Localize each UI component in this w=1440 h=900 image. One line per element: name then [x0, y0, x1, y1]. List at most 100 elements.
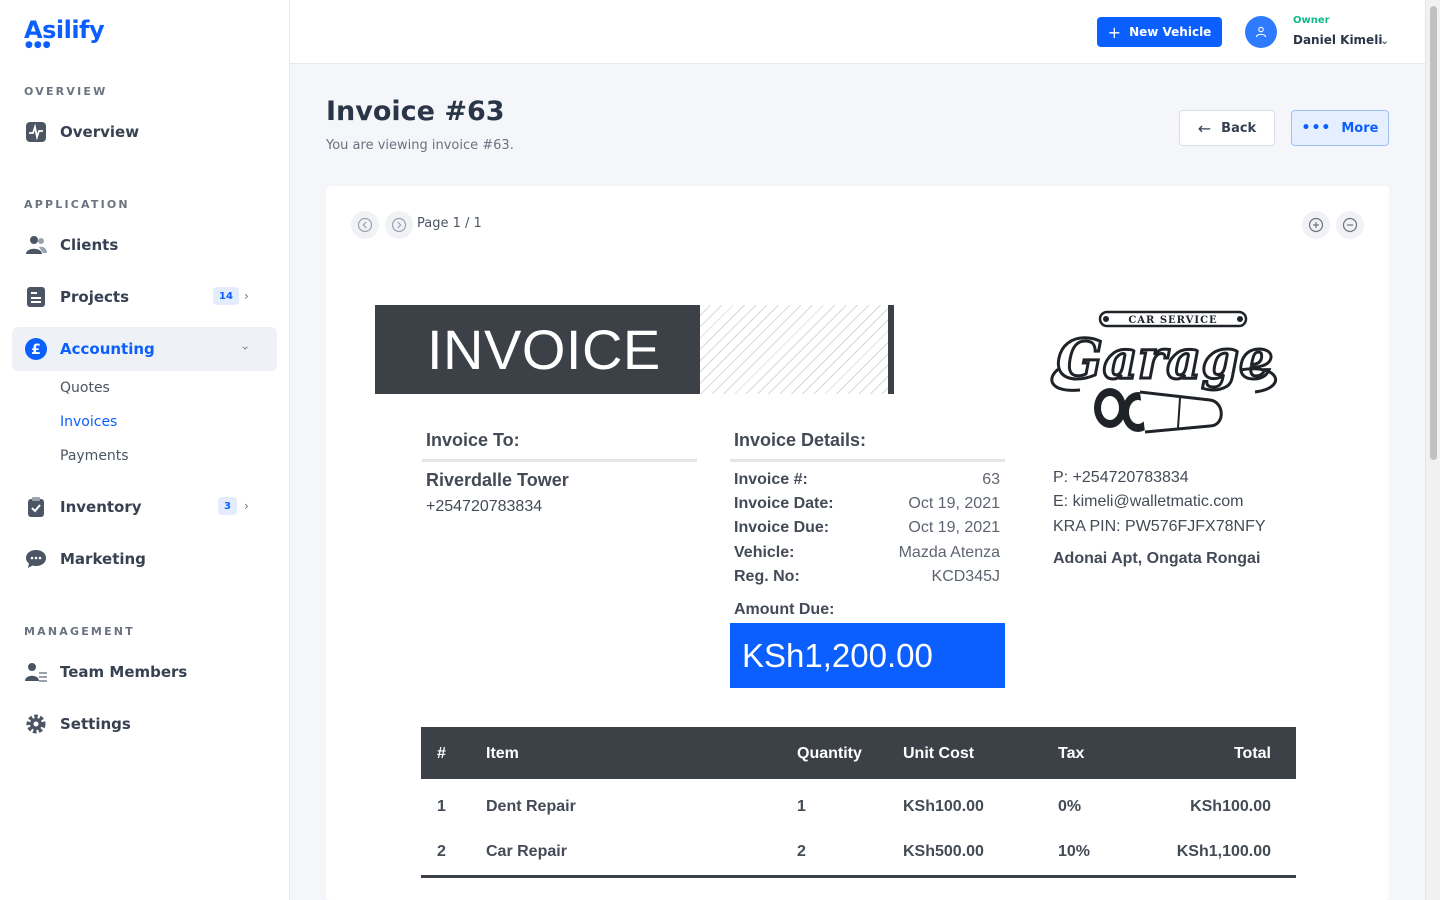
more-dots-icon: ••• — [1301, 120, 1332, 136]
row-qty: 2 — [797, 843, 806, 860]
invoice-number-value: 63 — [982, 471, 1000, 488]
items-table-header: # Item Quantity Unit Cost Tax Total — [421, 727, 1296, 779]
sidebar-subitem-quotes[interactable]: Quotes — [60, 380, 110, 396]
invoice-to-heading: Invoice To: — [426, 430, 520, 450]
sidebar: Asilify ●●● OVERVIEW Overview APPLICATIO… — [0, 0, 290, 900]
page-scrollbar[interactable] — [1425, 0, 1440, 900]
row-unit-cost: KSh100.00 — [903, 798, 984, 815]
sidebar-item-inventory[interactable]: Inventory — [12, 485, 277, 529]
back-label: Back — [1221, 120, 1257, 136]
new-vehicle-label: New Vehicle — [1129, 25, 1212, 39]
invoice-banner-stripes — [700, 305, 890, 394]
items-table-bottom-rule — [421, 875, 1296, 878]
invoice-viewer: Page 1 / 1 — [326, 186, 1389, 900]
row-total: KSh1,100.00 — [1176, 843, 1271, 860]
garage-logo-top-text: CAR SERVICE — [1128, 315, 1217, 326]
row-tax: 0% — [1058, 798, 1082, 815]
invoice-date-label: Invoice Date: — [734, 495, 834, 512]
col-header-tax: Tax — [1058, 745, 1085, 762]
vehicle-label: Vehicle: — [734, 544, 795, 561]
amount-due-label: Amount Due: — [734, 601, 835, 618]
row-num: 1 — [437, 798, 446, 815]
zoom-out-button[interactable] — [1336, 211, 1364, 239]
sidebar-item-label: Inventory — [60, 498, 142, 516]
sidebar-item-label: Accounting — [60, 340, 155, 358]
chevron-left-circle-icon — [357, 217, 373, 233]
zoom-in-button[interactable] — [1302, 211, 1330, 239]
pound-icon: £ — [24, 337, 48, 361]
projects-count-badge: 14 — [213, 287, 239, 305]
sidebar-item-label: Overview — [60, 123, 140, 141]
client-phone: +254720783834 — [426, 498, 543, 515]
row-item: Car Repair — [486, 843, 567, 860]
invoice-banner: INVOICE — [375, 305, 700, 394]
users-icon — [24, 233, 48, 257]
prev-page-button[interactable] — [351, 211, 379, 239]
next-page-button[interactable] — [385, 211, 413, 239]
new-vehicle-button[interactable]: + New Vehicle — [1097, 17, 1222, 47]
row-unit-cost: KSh500.00 — [903, 843, 984, 860]
invoice-due-label: Invoice Due: — [734, 519, 830, 536]
section-label-overview: OVERVIEW — [24, 85, 108, 98]
sidebar-item-label: Marketing — [60, 550, 146, 568]
company-phone: P: +254720783834 — [1053, 469, 1189, 486]
back-button[interactable]: ← Back — [1179, 110, 1275, 146]
vehicle-value: Mazda Atenza — [898, 544, 1000, 561]
chevron-right-icon[interactable]: › — [244, 289, 249, 303]
divider — [730, 459, 1005, 462]
col-header-total: Total — [1233, 745, 1271, 762]
invoice-details-heading: Invoice Details: — [734, 430, 867, 450]
sidebar-item-label: Settings — [60, 715, 131, 733]
col-header-unit-cost: Unit Cost — [903, 745, 975, 762]
row-item: Dent Repair — [486, 798, 576, 815]
chevron-right-circle-icon — [391, 217, 407, 233]
sidebar-item-label: Projects — [60, 288, 130, 306]
garage-logo-script: Garage — [1057, 327, 1274, 391]
row-qty: 1 — [797, 798, 806, 815]
reg-no-label: Reg. No: — [734, 568, 800, 585]
invoice-number-label: Invoice #: — [734, 471, 808, 488]
zoom-out-icon — [1342, 217, 1358, 233]
invoice-date-value: Oct 19, 2021 — [908, 495, 1000, 512]
company-address: Adonai Apt, Ongata Rongai — [1053, 550, 1261, 567]
user-icon — [1255, 26, 1267, 38]
topbar: + New Vehicle Owner Daniel Kimeli ⌄ — [290, 0, 1425, 64]
plus-icon: + — [1107, 22, 1122, 42]
sidebar-item-label: Clients — [60, 236, 119, 254]
activity-icon — [24, 120, 48, 144]
gear-icon — [24, 712, 48, 736]
scrollbar-thumb[interactable] — [1430, 6, 1437, 460]
col-header-num: # — [437, 745, 446, 762]
arrow-left-icon: ← — [1197, 118, 1212, 138]
zoom-in-icon — [1308, 217, 1324, 233]
sidebar-subitem-invoices[interactable]: Invoices — [60, 414, 117, 430]
user-name[interactable]: Daniel Kimeli — [1293, 33, 1382, 47]
avatar[interactable] — [1245, 16, 1277, 48]
sidebar-item-marketing[interactable]: Marketing — [12, 537, 277, 581]
invoice-banner-bar — [888, 305, 894, 394]
sidebar-item-label: Team Members — [60, 663, 188, 681]
invoice-banner-title: INVOICE — [427, 318, 661, 381]
section-label-management: MANAGEMENT — [24, 625, 135, 638]
document-list-icon — [24, 285, 48, 309]
more-button[interactable]: ••• More — [1291, 110, 1389, 146]
sidebar-item-team-members[interactable]: Team Members — [12, 650, 277, 694]
garage-logo: CAR SERVICE Garage — [1050, 310, 1277, 434]
company-kra-pin: KRA PIN: PW576FJFX78NFY — [1053, 518, 1266, 535]
sidebar-item-accounting[interactable]: £ Accounting — [12, 327, 277, 371]
sidebar-item-overview[interactable]: Overview — [12, 110, 277, 154]
user-list-icon — [24, 660, 48, 684]
row-num: 2 — [437, 843, 446, 860]
sidebar-item-settings[interactable]: Settings — [12, 702, 277, 746]
brand-logo-dots: ●●● — [25, 40, 52, 50]
more-label: More — [1341, 120, 1379, 136]
sidebar-subitem-payments[interactable]: Payments — [60, 448, 129, 464]
chat-bubble-icon — [24, 547, 48, 571]
invoice-due-value: Oct 19, 2021 — [908, 519, 1000, 536]
chevron-right-icon[interactable]: › — [244, 499, 249, 513]
page-subtitle: You are viewing invoice #63. — [326, 138, 514, 153]
chevron-down-icon[interactable]: ⌄ — [1380, 34, 1389, 47]
chevron-down-icon[interactable]: › — [238, 346, 252, 351]
divider — [422, 459, 697, 462]
sidebar-item-clients[interactable]: Clients — [12, 223, 277, 267]
